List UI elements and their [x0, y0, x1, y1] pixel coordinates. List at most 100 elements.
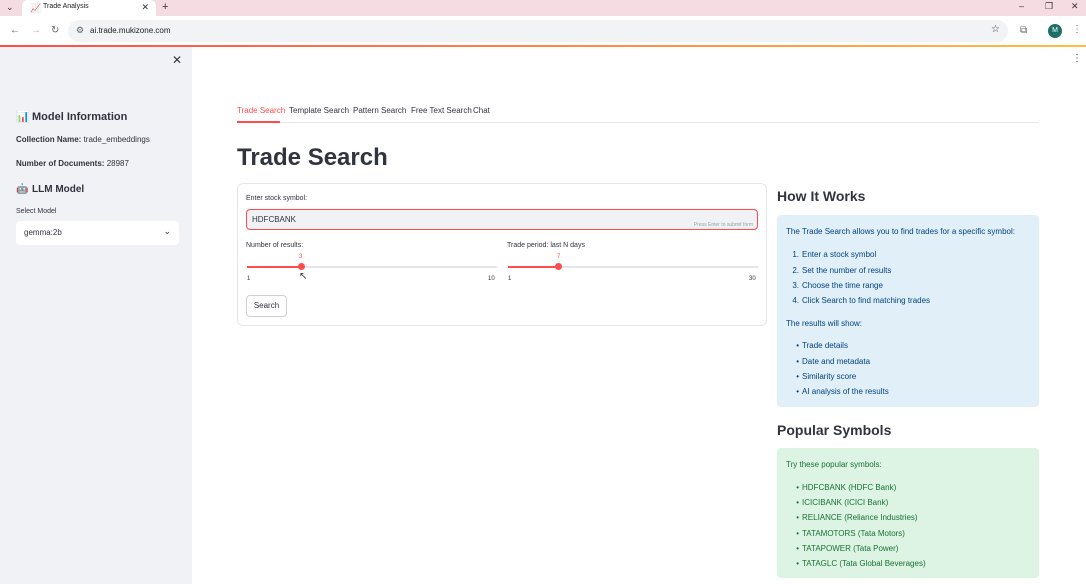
list-item: 1. Enter a stock symbol: [792, 250, 877, 259]
mouse-cursor-icon: ↖: [299, 271, 308, 282]
address-bar[interactable]: ⚙ ai.trade.mukizone.com ☆: [68, 20, 1008, 42]
list-item: • HDFCBANK (HDFC Bank): [796, 483, 897, 492]
chart-favicon-icon: 📈: [30, 3, 42, 13]
how-it-works-heading: How It Works: [777, 188, 866, 204]
result-text: Trade details: [802, 341, 848, 350]
documents-count-line: Number of Documents: 28987: [16, 159, 129, 168]
results-slider-thumb[interactable]: [298, 263, 305, 270]
extensions-icon[interactable]: ⧉: [1020, 25, 1027, 36]
results-slider-max: 10: [488, 276, 495, 282]
popular-symbols-panel: Try these popular symbols: • HDFCBANK (HD…: [777, 448, 1039, 578]
tab-free-text-search[interactable]: Free Text Search: [411, 106, 472, 115]
symbol-label: Enter stock symbol:: [246, 195, 308, 202]
tab-template-search[interactable]: Template Search: [289, 106, 349, 115]
symbol-text: TATAPOWER (Tata Power): [802, 544, 899, 553]
symbol-text: TATAMOTORS (Tata Motors): [802, 529, 905, 538]
documents-label: Number of Documents:: [16, 159, 105, 168]
list-item: 4. Click Search to find matching trades: [792, 296, 931, 305]
page-title: Trade Search: [237, 144, 388, 171]
collection-value: trade_embeddings: [83, 135, 150, 144]
period-slider-min: 1: [508, 276, 512, 282]
tab-chat[interactable]: Chat: [473, 106, 490, 115]
list-item: • Date and metadata: [796, 357, 871, 366]
symbol-text: ICICIBANK (ICICI Bank): [802, 498, 889, 507]
popular-symbols-heading: Popular Symbols: [777, 422, 892, 438]
result-text: Similarity score: [802, 372, 857, 381]
period-slider-value: 7: [557, 254, 561, 260]
bar-chart-icon: 📊: [16, 111, 30, 123]
list-item: • Trade details: [796, 341, 848, 350]
browser-menu-icon[interactable]: ⋮: [1072, 24, 1082, 35]
chevron-down-icon: ⌄: [163, 226, 171, 236]
forward-icon[interactable]: →: [31, 25, 41, 36]
result-text: Date and metadata: [802, 357, 871, 366]
period-slider-max: 30: [749, 276, 756, 282]
results-intro: The results will show:: [786, 319, 863, 328]
bookmark-star-icon[interactable]: ☆: [991, 24, 1000, 35]
list-item: • AI analysis of the results: [796, 387, 889, 396]
list-item: 2. Set the number of results: [792, 266, 892, 275]
model-select[interactable]: gemma:2b ⌄: [16, 221, 179, 245]
submit-hint: Press Enter to submit form: [693, 222, 753, 228]
active-tab-indicator: [237, 121, 280, 123]
llm-heading-text: LLM Model: [32, 184, 85, 195]
app-menu-icon[interactable]: ⋮: [1072, 53, 1082, 64]
model-info-heading: 📊 Model Information: [16, 110, 127, 123]
symbol-text: HDFCBANK (HDFC Bank): [802, 483, 897, 492]
reload-icon[interactable]: ↻: [51, 25, 59, 36]
list-item: • RELIANCE (Reliance Industries): [796, 513, 918, 522]
list-item: • ICICIBANK (ICICI Bank): [796, 498, 889, 507]
sidebar-close-icon[interactable]: ✕: [172, 53, 182, 67]
url-text: ai.trade.mukizone.com: [90, 26, 171, 35]
browser-tab-title: Trade Analysis: [43, 3, 89, 10]
tab-pattern-search[interactable]: Pattern Search: [353, 106, 406, 115]
results-slider-value: 3: [299, 254, 303, 260]
site-info-icon[interactable]: ⚙: [76, 25, 84, 36]
step-text: Choose the time range: [802, 281, 883, 290]
symbol-input[interactable]: HDFCBANK Press Enter to submit form: [246, 209, 758, 230]
search-button[interactable]: Search: [246, 295, 287, 317]
how-it-works-panel: The Trade Search allows you to find trad…: [777, 215, 1039, 407]
list-item: • TATAMOTORS (Tata Motors): [796, 529, 905, 538]
step-text: Set the number of results: [802, 266, 892, 275]
symbol-input-value: HDFCBANK: [252, 215, 297, 224]
step-text: Enter a stock symbol: [802, 250, 877, 259]
period-slider-fill: [508, 266, 559, 268]
select-model-label: Select Model: [16, 208, 57, 215]
browser-tab[interactable]: 📈 Trade Analysis ✕: [22, 0, 156, 16]
profile-avatar[interactable]: M: [1048, 24, 1062, 38]
list-item: • TATAGLC (Tata Global Beverages): [796, 559, 926, 568]
period-slider-label: Trade period: last N days: [507, 242, 585, 249]
symbol-text: RELIANCE (Reliance Industries): [802, 513, 918, 522]
new-tab-icon[interactable]: +: [162, 1, 168, 13]
tab-list: Trade Search Template Search Pattern Sea…: [237, 104, 1039, 123]
browser-tab-bar: ⌄ 📈 Trade Analysis ✕ + – ❐ ✕: [0, 0, 1086, 16]
results-slider-min: 1: [247, 276, 251, 282]
llm-model-heading: 🤖 LLM Model: [16, 184, 84, 195]
results-slider-label: Number of results:: [246, 242, 304, 249]
window-close-icon[interactable]: ✕: [1071, 1, 1079, 12]
step-text: Click Search to find matching trades: [802, 296, 931, 305]
period-slider-thumb[interactable]: [555, 263, 562, 270]
model-select-value: gemma:2b: [24, 228, 62, 237]
symbol-text: TATAGLC (Tata Global Beverages): [802, 559, 926, 568]
sidebar: ✕ 📊 Model Information Collection Name: tr…: [0, 47, 192, 584]
browser-toolbar: ← → ↻ ⚙ ai.trade.mukizone.com ☆ ⧉ M ⋮: [0, 16, 1086, 46]
documents-value: 28987: [106, 159, 129, 168]
model-info-heading-text: Model Information: [32, 111, 128, 123]
search-form: [237, 183, 767, 326]
list-item: 3. Choose the time range: [792, 281, 883, 290]
collection-name-line: Collection Name: trade_embeddings: [16, 135, 150, 144]
minimize-icon[interactable]: –: [1019, 1, 1024, 11]
tab-trade-search[interactable]: Trade Search: [237, 106, 285, 115]
list-item: • Similarity score: [796, 372, 857, 381]
list-item: • TATAPOWER (Tata Power): [796, 544, 899, 553]
restore-icon[interactable]: ❐: [1045, 1, 1053, 12]
results-slider-fill: [247, 266, 302, 268]
collection-label: Collection Name:: [16, 135, 82, 144]
back-icon[interactable]: ←: [10, 25, 20, 36]
popular-intro: Try these popular symbols:: [786, 460, 882, 469]
tab-close-icon[interactable]: ✕: [141, 2, 149, 13]
tab-search-chevron-icon[interactable]: ⌄: [6, 2, 14, 13]
robot-icon: 🤖: [16, 184, 29, 195]
